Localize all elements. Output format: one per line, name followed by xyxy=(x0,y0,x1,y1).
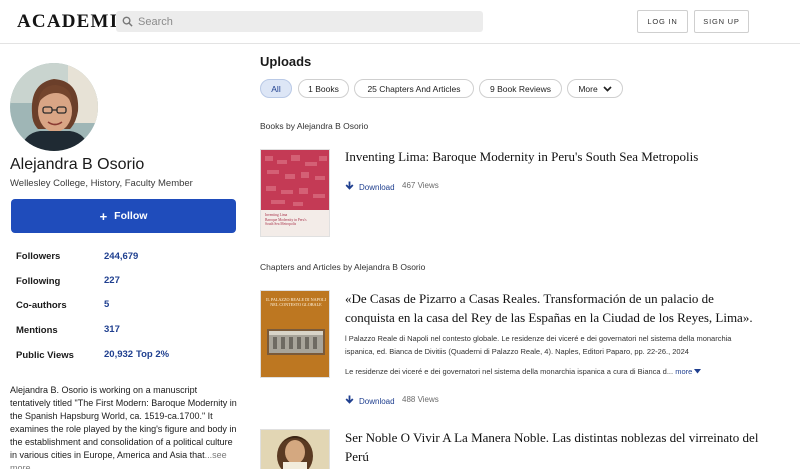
chapter-cover-text: IL PALAZZO REALE DI NAPOLI NEL CONTESTO … xyxy=(266,297,326,307)
chapter-description: l Palazzo Reale di Napoli nel contesto g… xyxy=(345,334,732,376)
download-label: Download xyxy=(359,182,395,192)
stat-label-mentions: Mentions xyxy=(16,325,58,336)
plus-icon: + xyxy=(99,208,108,224)
login-button[interactable]: LOG IN xyxy=(637,10,688,33)
stat-value-coauthors[interactable]: 5 xyxy=(104,299,109,310)
chevron-down-icon xyxy=(603,84,612,94)
book-view-count: 467 Views xyxy=(402,181,439,190)
signup-button[interactable]: SIGN UP xyxy=(694,10,749,33)
search-bar[interactable] xyxy=(116,11,483,32)
stat-value-mentions[interactable]: 317 xyxy=(104,324,120,335)
chapter-title[interactable]: «De Casas de Pizarro a Casas Reales. Tra… xyxy=(345,289,753,327)
search-icon xyxy=(116,16,138,27)
chapters-section-label: Chapters and Articles by Alejandra B Oso… xyxy=(260,262,426,272)
stat-label-public-views: Public Views xyxy=(16,350,74,361)
stat-value-followers[interactable]: 244,679 xyxy=(104,251,138,262)
books-section-label: Books by Alejandra B Osorio xyxy=(260,121,369,131)
profile-bio: Alejandra B. Osorio is working on a manu… xyxy=(10,384,240,469)
bio-text: Alejandra B. Osorio is working on a manu… xyxy=(10,385,237,460)
download-icon xyxy=(345,395,354,407)
chapter-view-count: 488 Views xyxy=(402,395,439,404)
filter-chip-books[interactable]: 1 Books xyxy=(298,79,349,98)
more-label: More xyxy=(578,83,598,94)
stat-label-following: Following xyxy=(16,276,61,287)
book-download-link[interactable]: Download xyxy=(345,181,395,193)
profile-name: Alejandra B Osorio xyxy=(10,156,145,173)
filter-chip-more[interactable]: More xyxy=(567,79,623,98)
filter-chip-book-reviews[interactable]: 9 Book Reviews xyxy=(479,79,562,98)
stat-value-following[interactable]: 227 xyxy=(104,275,120,286)
book-thumbnail[interactable]: Inventing Lima Baroque Modernity in Peru… xyxy=(260,149,330,237)
top-percent-badge: Top 2% xyxy=(136,349,170,360)
chapter-thumbnail[interactable]: IL PALAZZO REALE DI NAPOLI NEL CONTESTO … xyxy=(260,290,330,378)
top-header: ACADEMIA LOG IN SIGN UP xyxy=(0,0,800,44)
follow-label: Follow xyxy=(114,210,148,222)
chapter-download-link[interactable]: Download xyxy=(345,395,395,407)
book-cover-text: Inventing Lima Baroque Modernity in Peru… xyxy=(265,213,307,226)
chapter-title-2[interactable]: Ser Noble O Vivir A La Manera Noble. Las… xyxy=(345,428,758,466)
caret-down-icon xyxy=(694,367,702,376)
profile-affiliation: Wellesley College, History, Faculty Memb… xyxy=(10,178,193,189)
download-label: Download xyxy=(359,396,395,406)
stat-label-coauthors: Co-authors xyxy=(16,300,67,311)
follow-button[interactable]: + Follow xyxy=(11,199,236,233)
book-title[interactable]: Inventing Lima: Baroque Modernity in Per… xyxy=(345,147,698,166)
chapter-more-link[interactable]: more xyxy=(675,367,702,376)
stat-label-followers: Followers xyxy=(16,251,61,262)
filter-chip-all[interactable]: All xyxy=(260,79,292,98)
search-input[interactable] xyxy=(138,15,468,28)
uploads-heading: Uploads xyxy=(260,54,312,69)
stat-value-public-views: 20,932 xyxy=(104,349,134,360)
chapter-thumbnail-2[interactable] xyxy=(260,429,330,469)
profile-avatar xyxy=(10,63,98,151)
filter-chip-chapters[interactable]: 25 Chapters And Articles xyxy=(354,79,474,98)
download-icon xyxy=(345,181,354,193)
